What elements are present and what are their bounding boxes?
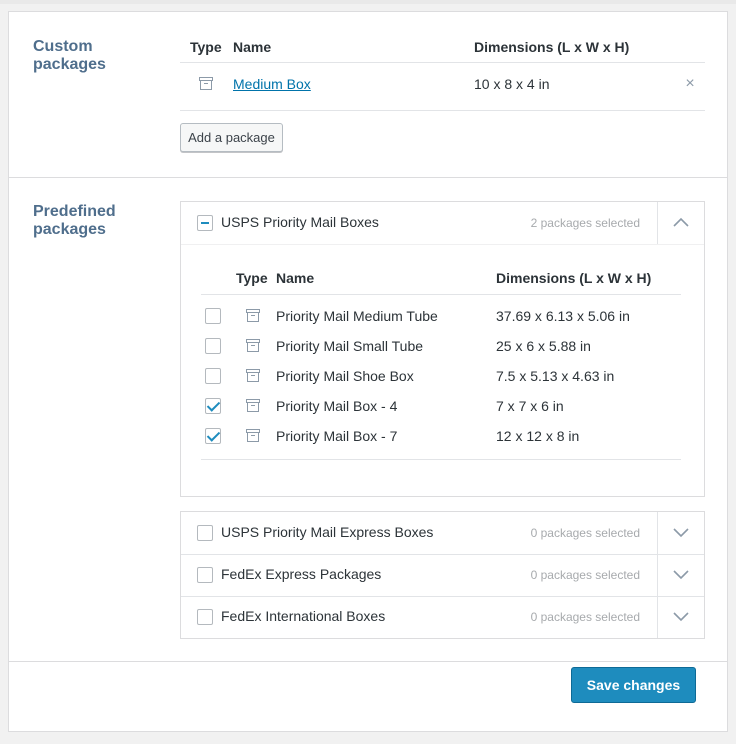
item-name: Priority Mail Medium Tube [276,308,438,324]
predefined-packages-title: Predefined packages [33,203,116,238]
item-checkbox[interactable] [205,338,221,354]
group-selected-count: 2 packages selected [530,216,640,230]
chevron-down-icon [673,612,689,622]
group-header-divider [181,244,704,245]
packages-settings-panel: Custom packages Type Name Dimensions (L … [8,11,728,732]
chevron-up-icon [673,217,689,227]
item-name: Priority Mail Shoe Box [276,368,414,384]
group-table-header-divider [201,294,681,295]
box-icon [246,369,260,382]
item-checkbox[interactable] [205,428,221,444]
custom-header-divider [180,62,705,63]
item-checkbox[interactable] [205,368,221,384]
box-icon [246,429,260,442]
expand-toggle[interactable] [657,512,704,554]
custom-package-dimensions: 10 x 8 x 4 in [474,76,550,92]
custom-package-link[interactable]: Medium Box [233,76,311,92]
box-icon [246,309,260,322]
item-checkbox[interactable] [205,308,221,324]
group-header[interactable]: USPS Priority Mail Boxes 2 packages sele… [181,202,704,244]
footer-divider [9,661,727,662]
group-name: USPS Priority Mail Boxes [221,214,379,230]
package-group-usps-priority: USPS Priority Mail Boxes 2 packages sele… [180,201,705,497]
item-name: Priority Mail Box - 4 [276,398,398,414]
item-checkbox[interactable] [205,398,221,414]
item-dimensions: 7 x 7 x 6 in [496,398,564,414]
group-header[interactable]: FedEx Express Packages 0 packages select… [181,554,704,596]
item-name: Priority Mail Small Tube [276,338,424,354]
group-selected-count: 0 packages selected [530,610,640,624]
item-name: Priority Mail Box - 7 [276,428,398,444]
group-name: FedEx Express Packages [221,566,382,582]
custom-row-divider [180,110,705,111]
group-name: FedEx International Boxes [221,608,386,624]
package-group-list-collapsed: USPS Priority Mail Express Boxes 0 packa… [180,511,705,639]
group-checkbox[interactable] [197,567,213,583]
custom-col-dimensions: Dimensions (L x W x H) [474,39,630,55]
group-col-type: Type [236,270,268,286]
custom-col-name: Name [233,39,272,55]
group-checkbox[interactable] [197,525,213,541]
group-selected-count: 0 packages selected [530,568,640,582]
section-divider [9,177,727,178]
box-icon [246,399,260,412]
item-dimensions: 37.69 x 6.13 x 5.06 in [496,308,630,324]
group-checkbox[interactable] [197,215,213,231]
save-changes-button[interactable]: Save changes [571,667,696,703]
chevron-down-icon [673,570,689,580]
custom-packages-title: Custom packages [33,38,106,73]
item-dimensions: 12 x 12 x 8 in [496,428,580,444]
group-checkbox[interactable] [197,609,213,625]
top-edge [0,0,736,4]
expand-toggle[interactable] [657,596,704,638]
custom-col-type: Type [190,39,222,55]
chevron-down-icon [673,528,689,538]
item-dimensions: 7.5 x 5.13 x 4.63 in [496,368,615,384]
expand-toggle[interactable] [657,554,704,596]
group-name: USPS Priority Mail Express Boxes [221,524,434,540]
remove-package-icon[interactable]: × [683,76,697,92]
group-selected-count: 0 packages selected [530,526,640,540]
item-dimensions: 25 x 6 x 5.88 in [496,338,591,354]
group-header[interactable]: USPS Priority Mail Express Boxes 0 packa… [181,512,704,554]
group-header[interactable]: FedEx International Boxes 0 packages sel… [181,596,704,638]
group-table-bottom-divider [201,459,681,460]
box-icon [199,77,213,90]
box-icon [246,339,260,352]
group-col-name: Name [276,270,315,286]
collapse-toggle[interactable] [657,202,704,244]
group-col-dimensions: Dimensions (L x W x H) [496,270,652,286]
add-package-button[interactable]: Add a package [180,123,283,152]
